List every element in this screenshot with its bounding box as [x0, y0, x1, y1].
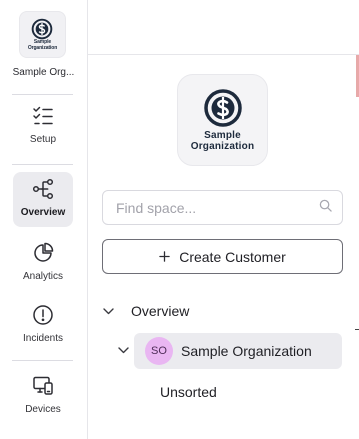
tree-item-label: Sample Organization	[181, 343, 312, 359]
sidebar-item-analytics[interactable]: Analytics	[13, 242, 73, 286]
avatar: SO	[145, 337, 173, 365]
org-logo-line2: Organization	[190, 141, 255, 152]
sidebar-item-overview[interactable]: Overview	[13, 172, 73, 227]
sidebar-item-setup[interactable]: Setup	[13, 105, 73, 157]
checklist-icon	[32, 105, 54, 127]
tree-item-label: Unsorted	[160, 384, 217, 400]
tree-item-sample-organization[interactable]: SO Sample Organization	[134, 333, 342, 369]
sidebar-item-label: Incidents	[22, 333, 64, 344]
org-name: Sample Org...	[12, 67, 75, 78]
sidebar-divider	[12, 360, 73, 361]
alert-circle-icon	[32, 304, 54, 326]
sidebar-item-label: Analytics	[22, 271, 63, 282]
tree-item-label: Overview	[131, 303, 190, 319]
tree-item-unsorted[interactable]: Unsorted	[160, 382, 217, 402]
sidebar-item-label: Devices	[25, 404, 61, 415]
org-logo-line2: Organization	[27, 44, 58, 51]
dollar-logo-icon	[203, 89, 242, 127]
sidebar-divider	[12, 94, 73, 95]
org-logo: Sample Organization	[28, 18, 57, 51]
tree-item-overview[interactable]: Overview	[103, 301, 189, 321]
org-logo-large: Sample Organization	[177, 74, 268, 166]
search-icon[interactable]	[319, 199, 332, 217]
chevron-down-icon[interactable]	[118, 347, 130, 354]
hierarchy-icon	[32, 178, 54, 200]
sidebar-item-incidents[interactable]: Incidents	[13, 304, 73, 348]
sidebar-item-label: Setup	[29, 134, 57, 145]
pie-chart-icon	[32, 242, 54, 264]
panel-header-divider	[88, 54, 359, 55]
search-box[interactable]	[102, 190, 343, 225]
chevron-down-icon[interactable]	[103, 307, 117, 315]
org-logo-tile[interactable]: Sample Organization	[19, 11, 66, 58]
sidebar-divider	[12, 164, 73, 165]
edge-tick	[355, 329, 359, 330]
create-customer-button[interactable]: Create Customer	[102, 239, 343, 274]
dollar-logo-icon	[32, 18, 53, 40]
create-customer-label: Create Customer	[179, 248, 286, 265]
sidebar-item-devices[interactable]: Devices	[13, 375, 73, 419]
plus-icon	[159, 249, 170, 265]
org-logo-line1: Sample	[204, 130, 241, 141]
devices-icon	[32, 375, 54, 397]
search-input[interactable]	[116, 199, 319, 216]
sidebar: Sample Organization Sample Org... Setup	[0, 0, 88, 439]
sidebar-item-label: Overview	[20, 207, 66, 218]
